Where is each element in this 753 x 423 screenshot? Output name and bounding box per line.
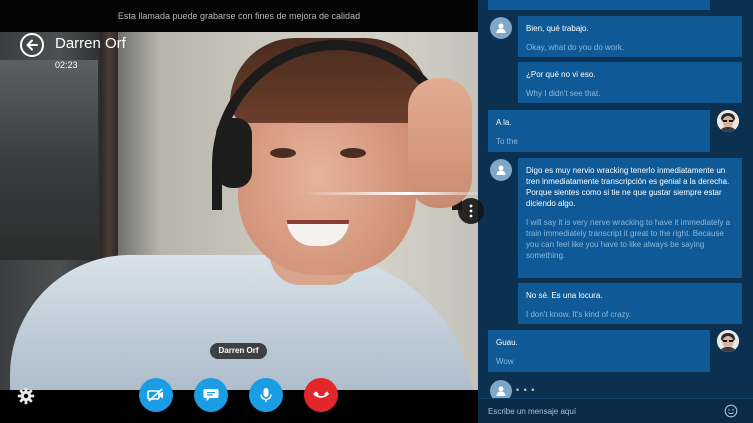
skype-call-window: Esta llamada puede grabarse con fines de…	[0, 0, 753, 423]
person-icon	[496, 23, 506, 33]
typing-indicator: • • •	[516, 385, 536, 395]
call-controls-bar	[0, 390, 478, 423]
user-photo-icon	[717, 330, 739, 352]
message-original: No sé. Es una locura.	[526, 291, 603, 300]
self-avatar	[717, 110, 739, 132]
more-vertical-icon	[469, 204, 473, 218]
message-translation: Okay, what do you do work.	[526, 43, 625, 52]
contact-avatar	[490, 159, 512, 181]
message-translation: To the	[496, 137, 518, 146]
message-composer	[478, 398, 753, 423]
microphone-icon	[260, 388, 272, 402]
contact-avatar	[490, 17, 512, 39]
chat-message-remote: Digo es muy nervio wracking tenerlo inme…	[518, 158, 742, 278]
message-input[interactable]	[488, 403, 713, 420]
message-original: ¿Por qué no vi eso.	[526, 70, 596, 79]
chat-toggle-button[interactable]	[194, 378, 228, 412]
video-name-tag: Darren Orf	[210, 343, 267, 359]
end-call-button[interactable]	[304, 378, 338, 412]
video-person-hand	[408, 78, 472, 208]
more-options-button[interactable]	[458, 198, 484, 224]
back-arrow-icon[interactable]	[20, 33, 44, 57]
caller-name: Darren Orf	[55, 35, 126, 52]
gear-icon[interactable]	[17, 387, 35, 405]
chat-message-remote: Bien, qué trabajo. Okay, what do you do …	[518, 16, 742, 57]
previous-message-bubble-edge	[488, 0, 710, 10]
chat-message-remote: ¿Por qué no vi eso. Why I didn't see tha…	[518, 62, 742, 103]
video-off-icon	[147, 388, 163, 402]
chat-message-remote: No sé. Es una locura. I don't know. It's…	[518, 283, 742, 324]
self-avatar	[717, 330, 739, 352]
message-translation: Wow	[496, 357, 514, 366]
call-duration: 02:23	[55, 60, 78, 70]
user-photo-icon	[717, 110, 739, 132]
video-toggle-button[interactable]	[139, 378, 173, 412]
video-person-eye-right	[340, 148, 366, 158]
chat-bubble-icon	[203, 389, 219, 401]
call-notice-bar: Esta llamada puede grabarse con fines de…	[0, 0, 478, 32]
emoji-icon[interactable]	[724, 404, 738, 418]
message-original: Digo es muy nervio wracking tenerlo inme…	[526, 166, 730, 208]
chat-message-self: Guau. Wow	[488, 330, 710, 372]
message-translation: I don't know. It's kind of crazy.	[526, 310, 632, 319]
message-translation: Why I didn't see that.	[526, 89, 601, 98]
video-background-window	[0, 60, 98, 260]
person-icon	[496, 386, 506, 396]
recording-notice: Esta llamada puede grabarse con fines de…	[117, 11, 361, 21]
video-pane: Esta llamada puede grabarse con fines de…	[0, 0, 478, 423]
chat-message-self: A la. To the	[488, 110, 710, 152]
headset-earcup-left	[216, 118, 252, 188]
video-person-eye-left	[270, 148, 296, 158]
message-translation: I will say it is very nerve wracking to …	[526, 218, 731, 260]
message-original: Bien, qué trabajo.	[526, 24, 589, 33]
chat-panel: Bien, qué trabajo. Okay, what do you do …	[478, 0, 753, 423]
message-original: A la.	[496, 118, 512, 127]
person-icon	[496, 165, 506, 175]
mute-button[interactable]	[249, 378, 283, 412]
video-light-flare	[300, 192, 478, 195]
message-original: Guau.	[496, 338, 518, 347]
end-call-icon	[313, 391, 329, 398]
